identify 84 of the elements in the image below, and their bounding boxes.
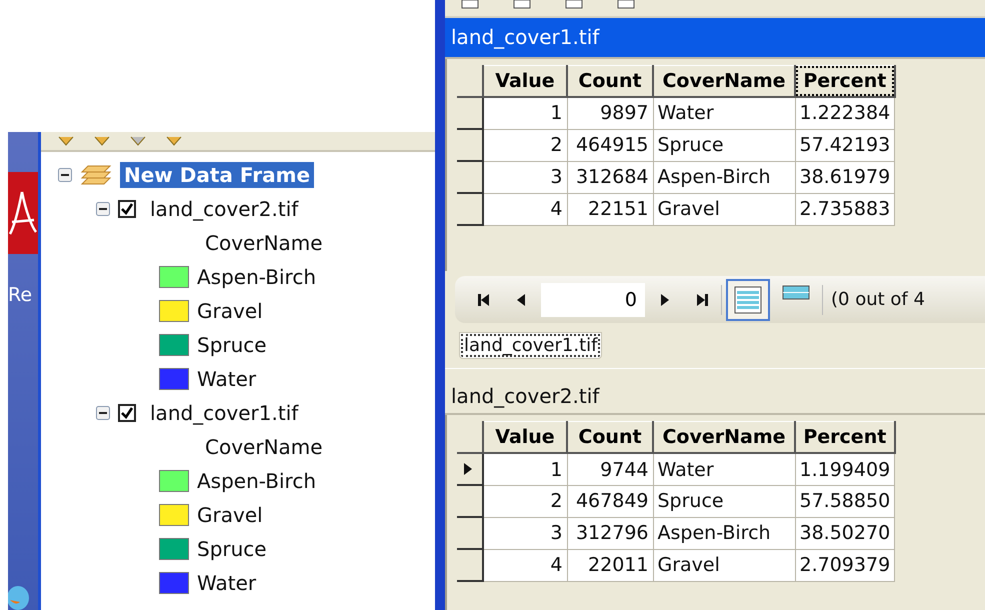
legend-label: Spruce [197,537,267,561]
table-cell: 467849 [567,485,653,518]
table-cell: 9744 [567,453,653,486]
legend-label: Water [197,571,256,595]
layer-checkbox[interactable] [118,404,136,422]
table-cell: Water [653,453,795,486]
table-rows-icon [782,284,810,301]
desktop-icon-label: Re [8,284,34,306]
data-frame-name[interactable]: New Data Frame [120,162,314,188]
column-header[interactable]: Value [483,421,567,454]
column-header[interactable]: CoverName [653,65,795,98]
table-cell: 2 [483,129,567,162]
legend-swatch[interactable] [159,504,189,526]
table-cell: 3 [483,517,567,550]
current-row-icon [463,462,473,476]
row-selector[interactable] [457,485,483,518]
table-cell: 38.61979 [795,161,895,194]
legend-swatch[interactable] [159,572,189,594]
record-number-field[interactable]: 0 [541,282,645,317]
current-row-selector[interactable] [457,453,483,486]
table-cell: 22151 [567,193,653,226]
table-cell: 1.199409 [795,453,895,486]
table-cell: 9897 [567,97,653,130]
row-selector[interactable] [457,129,483,162]
layer-name[interactable]: land_cover2.tif [150,197,298,221]
column-header[interactable]: Percent [795,65,895,98]
legend-label: Gravel [197,503,263,527]
table-cell: Gravel [653,193,795,226]
table-cell: Aspen-Birch [653,161,795,194]
legend-swatch[interactable] [159,266,189,288]
column-header[interactable]: Count [567,421,653,454]
table-cell: 4 [483,193,567,226]
show-all-records-button[interactable] [726,278,770,321]
table-cell: 1 [483,453,567,486]
legend-swatch[interactable] [159,538,189,560]
legend-label: Aspen-Birch [197,469,316,493]
legend-swatch[interactable] [159,368,189,390]
row-selector[interactable] [457,549,483,582]
table-cell: 312684 [567,161,653,194]
column-header[interactable]: Count [567,65,653,98]
table-cell: 22011 [567,549,653,582]
record-count-text: (0 out of 4 [831,289,925,310]
table-cell: 4 [483,549,567,582]
document-app-icon[interactable] [8,172,38,254]
table-cell: 38.50270 [795,517,895,550]
collapse-icon[interactable] [96,202,110,216]
row-selector[interactable] [457,161,483,194]
table-cell: 2.709379 [795,549,895,582]
legend-label: Aspen-Birch [197,265,316,289]
table-cell: 2.735883 [795,193,895,226]
row-selector[interactable] [457,517,483,550]
table-rows-icon [734,286,762,314]
collapse-icon[interactable] [58,168,72,182]
table-cell: Aspen-Birch [653,517,795,550]
table-cell: Spruce [653,129,795,162]
table-cell: 1 [483,97,567,130]
legend-label: Water [197,367,256,391]
legend-swatch[interactable] [159,470,189,492]
legend-label: Spruce [197,333,267,357]
row-selector[interactable] [457,193,483,226]
table-tab[interactable]: land_cover1.tif [459,332,602,359]
column-header[interactable]: Value [483,65,567,98]
column-header[interactable]: Percent [795,421,895,454]
table-cell: 3 [483,161,567,194]
collapse-icon[interactable] [96,406,110,420]
table-cell: 57.58850 [795,485,895,518]
legend-field-name: CoverName [205,435,323,459]
table-cell: Spruce [653,485,795,518]
table-title-bar: land_cover1.tif [445,18,985,59]
table-cell: Water [653,97,795,130]
legend-swatch[interactable] [159,300,189,322]
table-cell: 2 [483,485,567,518]
layer-name[interactable]: land_cover1.tif [150,401,298,425]
table-cell: 57.42193 [795,129,895,162]
table-cell: 464915 [567,129,653,162]
table-cell: Gravel [653,549,795,582]
table-cell: 1.222384 [795,97,895,130]
legend-field-name: CoverName [205,231,323,255]
legend-label: Gravel [197,299,263,323]
column-header[interactable]: CoverName [653,421,795,454]
table-cell: 312796 [567,517,653,550]
layer-checkbox[interactable] [118,200,136,218]
row-selector[interactable] [457,97,483,130]
legend-swatch[interactable] [159,334,189,356]
